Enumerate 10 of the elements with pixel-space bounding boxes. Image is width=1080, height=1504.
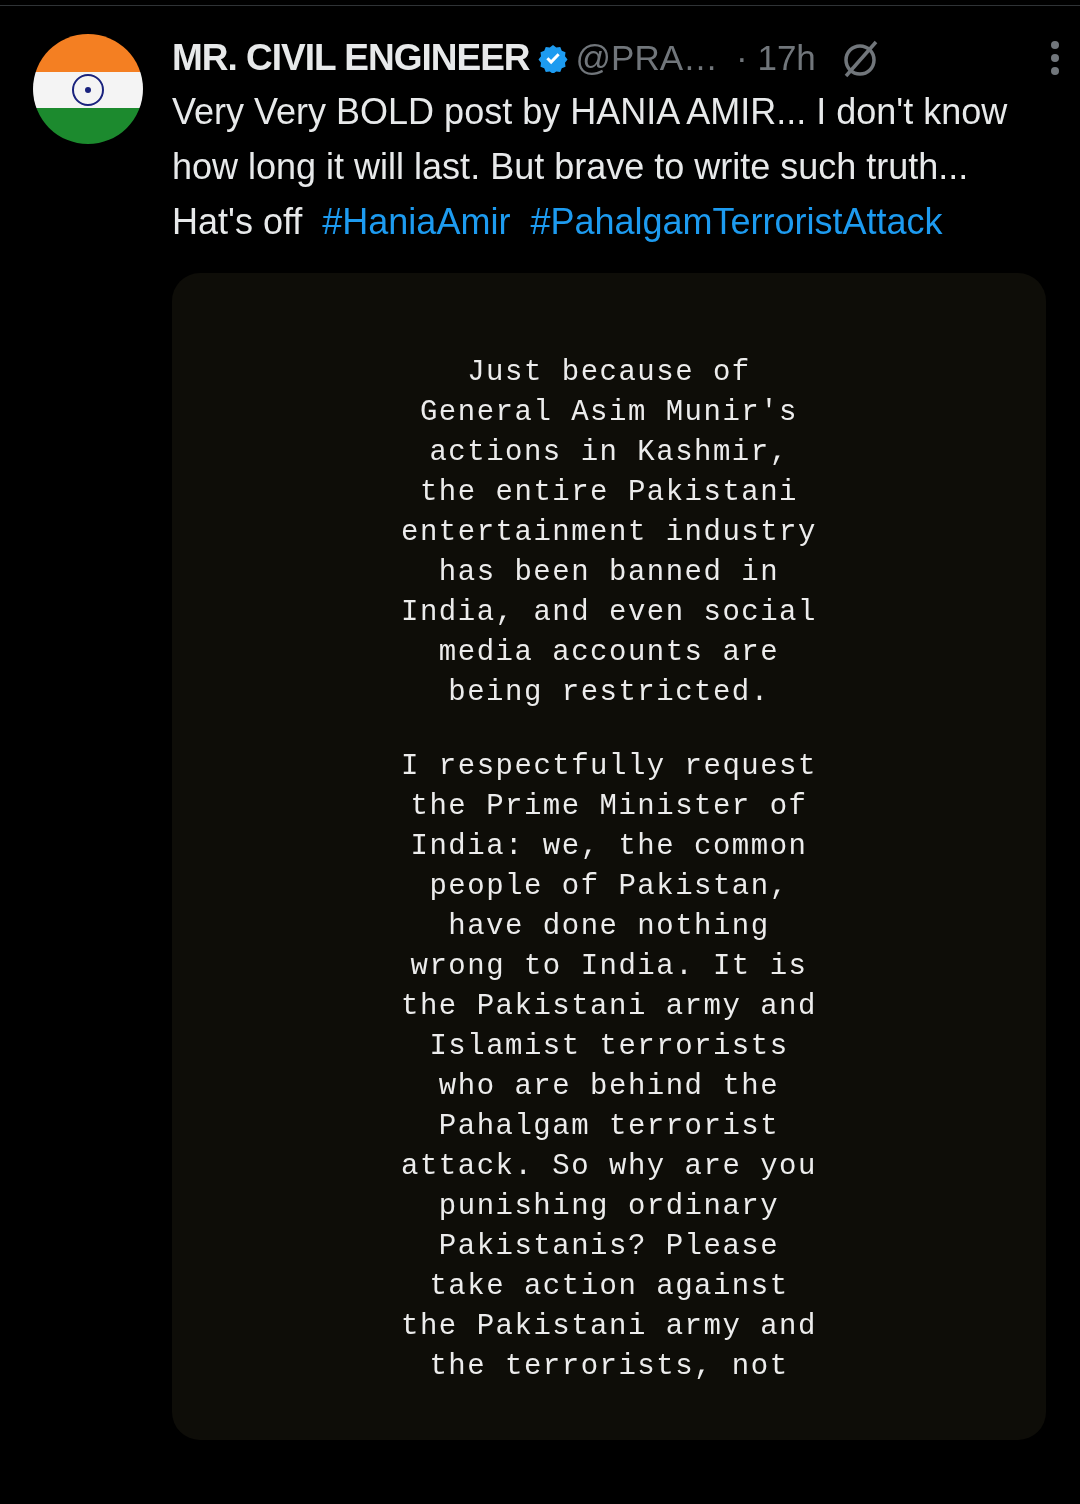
hashtag-link[interactable]: #HaniaAmir [322, 201, 511, 242]
post-time: · 17h [736, 36, 816, 79]
post-text: Very Very BOLD post by HANIA AMIR... I don't know how long it will last. But brave to write such truth... Hat's off #HaniaAmir #PahalgamTerroristAttack [172, 90, 1009, 244]
author-handle[interactable]: @PRA… [575, 31, 719, 85]
story-paragraph: Just because of General Asim Munir's actions in Kashmir, the entire Pakistani entertainment industry has been banned in India, and even social media accounts are being restricted. [401, 355, 817, 711]
hashtag-link[interactable]: #PahalgamTerroristAttack [530, 201, 943, 242]
flag-avatar-icon[interactable] [33, 34, 143, 144]
story-paragraph: I respectfully request the Prime Minister of India: we, the common people of Pakistan, have done nothing wrong to India. It is the Pakistani army and Islamist terrorists who are behind the Pahalgam terrorist attack. So why are you punishing ordinary Pakistanis? Please take action against the Pakistani army and the terrorists, not [401, 749, 817, 1385]
more-options-icon[interactable] [1050, 40, 1060, 76]
author-name[interactable]: MR. CIVIL ENGINEER [172, 30, 530, 86]
